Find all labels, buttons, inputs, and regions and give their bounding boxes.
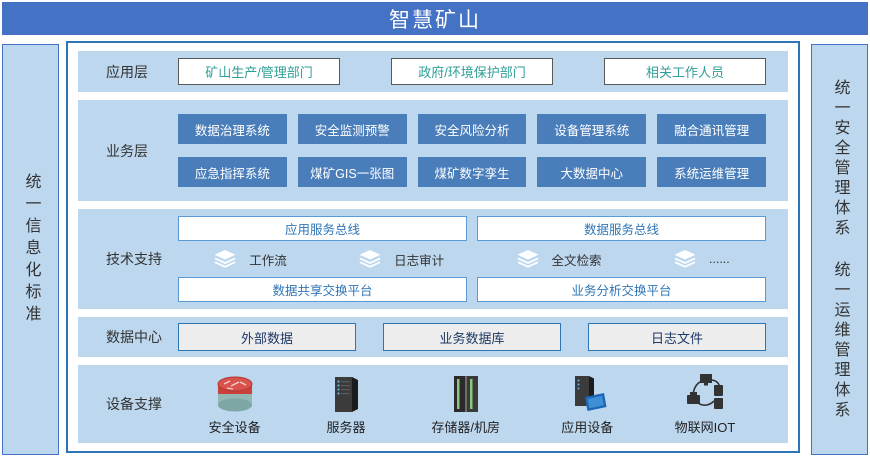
business-row-1: 数据治理系统 安全监测预警 安全风险分析 设备管理系统 融合通讯管理 xyxy=(178,114,766,144)
equipment-items: 安全设备 服务器 xyxy=(178,365,788,443)
layer-application: 应用层 矿山生产/管理部门 政府/环境保护部门 相关工作人员 xyxy=(78,51,788,92)
main-panel: 应用层 矿山生产/管理部门 政府/环境保护部门 相关工作人员 业务层 数据治理系… xyxy=(66,41,800,453)
layer-business: 业务层 数据治理系统 安全监测预警 安全风险分析 设备管理系统 融合通讯管理 应… xyxy=(78,100,788,201)
device-server: 服务器 xyxy=(322,372,370,436)
middleware-workflow: 工作流 xyxy=(214,250,287,269)
business-button: 煤矿数字孪生 xyxy=(418,157,527,187)
device-label: 存储器/机房 xyxy=(431,417,500,436)
business-buttons: 数据治理系统 安全监测预警 安全风险分析 设备管理系统 融合通讯管理 应急指挥系… xyxy=(178,100,788,201)
right-sidebar: 统一安全管理体系 统一运维管理体系 xyxy=(811,44,868,455)
storage-rack-icon xyxy=(442,372,490,416)
device-label: 服务器 xyxy=(326,417,365,436)
layer-label-business: 业务层 xyxy=(78,100,178,201)
platform-box: 业务分析交换平台 xyxy=(477,277,766,302)
layer-data-center: 数据中心 外部数据 业务数据库 日志文件 xyxy=(78,317,788,357)
data-center-boxes: 外部数据 业务数据库 日志文件 xyxy=(178,317,788,357)
business-button: 安全风险分析 xyxy=(418,114,527,144)
layers-icon xyxy=(214,250,236,268)
middleware-label: ...... xyxy=(709,252,730,266)
business-button: 安全监测预警 xyxy=(298,114,407,144)
device-label: 物联网IOT xyxy=(675,417,736,436)
application-box: 矿山生产/管理部门 xyxy=(178,58,340,85)
left-sidebar-label: 统一信息化标准 xyxy=(19,173,43,327)
security-device-icon xyxy=(211,372,259,416)
layer-tech-support: 技术支持 应用服务总线 数据服务总线 工作流 xyxy=(78,209,788,309)
service-bus-box: 应用服务总线 xyxy=(178,216,467,241)
device-security: 安全设备 xyxy=(209,372,261,436)
service-bus-row: 应用服务总线 数据服务总线 xyxy=(178,216,766,241)
middleware-label: 全文检索 xyxy=(552,250,602,269)
middleware-fulltext-search: 全文检索 xyxy=(517,250,602,269)
middleware-more: ...... xyxy=(674,250,730,268)
tech-content: 应用服务总线 数据服务总线 工作流 xyxy=(178,209,788,309)
business-button: 融合通讯管理 xyxy=(657,114,766,144)
device-label: 应用设备 xyxy=(561,417,613,436)
middleware-label: 工作流 xyxy=(249,250,287,269)
service-bus-box: 数据服务总线 xyxy=(477,216,766,241)
right-sidebar-label-security: 统一安全管理体系 xyxy=(828,79,852,239)
layers-icon xyxy=(359,250,381,268)
layer-label-data-center: 数据中心 xyxy=(78,317,178,357)
iot-network-icon xyxy=(681,372,729,416)
left-sidebar: 统一信息化标准 xyxy=(2,44,59,455)
business-button: 大数据中心 xyxy=(537,157,646,187)
server-icon xyxy=(322,372,370,416)
application-box: 政府/环境保护部门 xyxy=(391,58,553,85)
device-application: 应用设备 xyxy=(561,372,613,436)
layers-icon xyxy=(674,250,696,268)
page-title: 智慧矿山 xyxy=(2,2,868,35)
layer-equipment: 设备支撑 安全设备 xyxy=(78,365,788,443)
business-button: 数据治理系统 xyxy=(178,114,287,144)
application-box: 相关工作人员 xyxy=(604,58,766,85)
device-iot: 物联网IOT xyxy=(675,372,736,436)
business-button: 设备管理系统 xyxy=(537,114,646,144)
device-storage: 存储器/机房 xyxy=(431,372,500,436)
middleware-label: 日志审计 xyxy=(394,250,444,269)
layer-label-tech: 技术支持 xyxy=(78,209,178,309)
business-button: 应急指挥系统 xyxy=(178,157,287,187)
layer-label-application: 应用层 xyxy=(78,51,178,92)
layers-icon xyxy=(517,250,539,268)
device-label: 安全设备 xyxy=(209,417,261,436)
middleware-row: 工作流 日志审计 xyxy=(178,250,766,269)
data-center-box: 业务数据库 xyxy=(383,323,561,351)
application-device-icon xyxy=(563,372,611,416)
right-sidebar-label-ops: 统一运维管理体系 xyxy=(828,261,852,421)
business-button: 煤矿GIS一张图 xyxy=(298,157,407,187)
smart-mine-architecture-diagram: 智慧矿山 统一信息化标准 应用层 矿山生产/管理部门 政府/环境保护部门 相关工… xyxy=(0,0,870,457)
application-boxes: 矿山生产/管理部门 政府/环境保护部门 相关工作人员 xyxy=(178,51,788,92)
layer-label-equipment: 设备支撑 xyxy=(78,365,178,443)
middleware-log-audit: 日志审计 xyxy=(359,250,444,269)
business-button: 系统运维管理 xyxy=(657,157,766,187)
data-center-box: 外部数据 xyxy=(178,323,356,351)
platform-row: 数据共享交换平台 业务分析交换平台 xyxy=(178,277,766,302)
business-row-2: 应急指挥系统 煤矿GIS一张图 煤矿数字孪生 大数据中心 系统运维管理 xyxy=(178,157,766,187)
platform-box: 数据共享交换平台 xyxy=(178,277,467,302)
data-center-box: 日志文件 xyxy=(588,323,766,351)
